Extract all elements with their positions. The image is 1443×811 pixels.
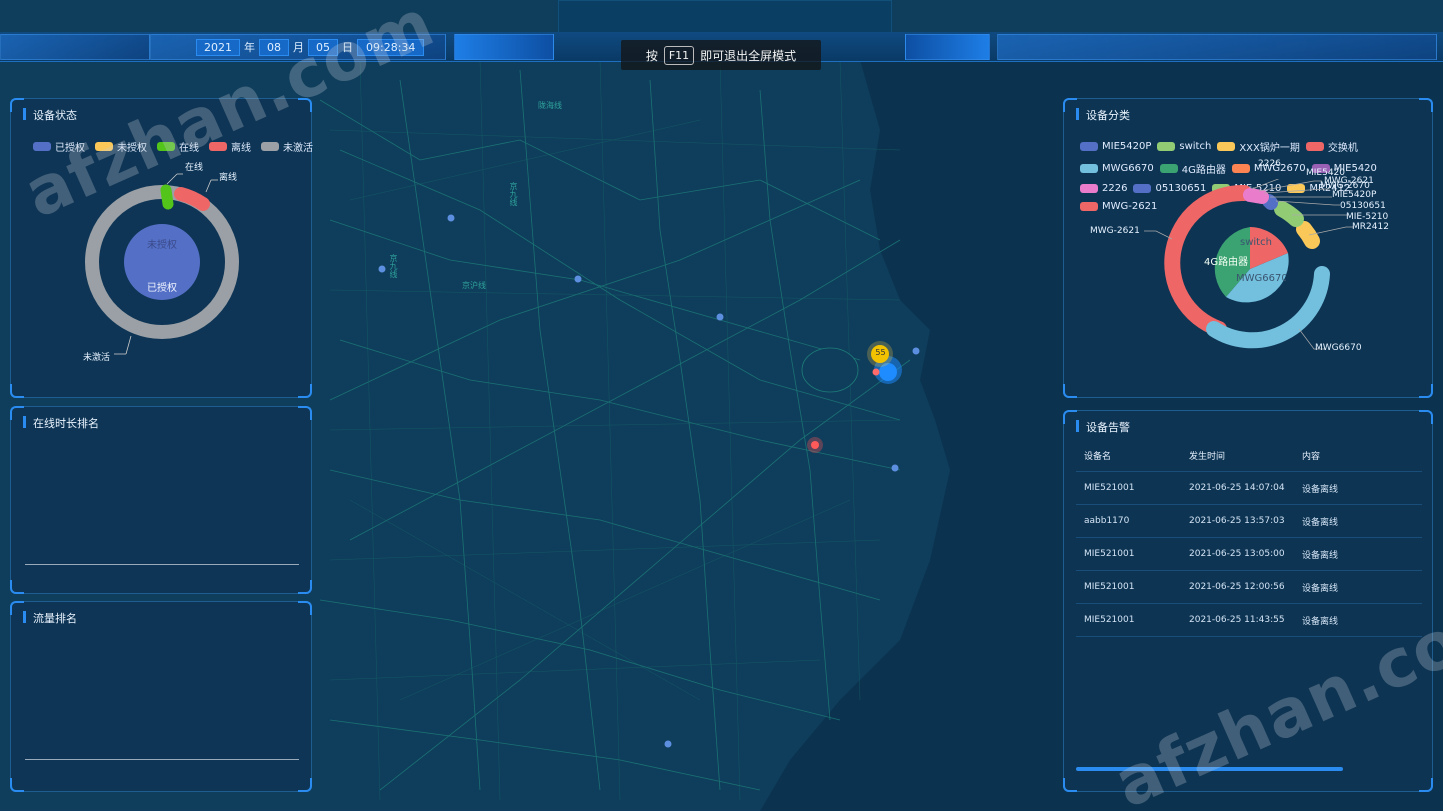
device-category-panel: 设备分类 MIE5420P switch XXX锅炉一期 交换机 MWG6670…: [1063, 98, 1433, 398]
legend-item[interactable]: switch: [1157, 139, 1211, 154]
cell-device: MIE521001: [1084, 483, 1135, 493]
online-segment: [160, 184, 174, 210]
f11-key: F11: [663, 45, 695, 65]
map-label: 京九线: [509, 182, 518, 206]
cell-time: 2021-06-25 11:43:55: [1189, 615, 1285, 625]
header-deco: [905, 34, 990, 60]
table-row[interactable]: MIE521001 2021-06-25 14:07:04 设备离线: [1076, 472, 1422, 505]
callout-label: 2226: [1258, 159, 1281, 169]
segment-mr2412: [1296, 221, 1320, 249]
callout-label: MIE-5210: [1346, 212, 1389, 222]
panel-title: 在线时长排名: [23, 415, 99, 431]
table-row[interactable]: aabb1170 2021-06-25 13:57:03 设备离线: [1076, 505, 1422, 538]
callout-label: MWG6670: [1315, 343, 1362, 353]
panel-title: 设备分类: [1076, 107, 1130, 123]
map-label: 京九线: [389, 254, 398, 278]
label-authorized: 已授权: [147, 283, 177, 294]
chart-axis-line: [25, 759, 299, 760]
segment-mie-5210: [1274, 201, 1304, 227]
label-unauthorized: 未授权: [147, 240, 177, 251]
map-cluster-count[interactable]: 55: [873, 348, 888, 357]
column-header[interactable]: 设备名: [1084, 449, 1189, 462]
fullscreen-hint-prefix: 按: [645, 48, 658, 63]
inner-label-router: 4G路由器: [1204, 257, 1249, 268]
panel-title: 设备状态: [23, 107, 77, 123]
fullscreen-hint-suffix: 即可退出全屏模式: [700, 48, 797, 63]
column-header[interactable]: 发生时间: [1189, 449, 1302, 462]
chart-axis-line: [25, 564, 299, 565]
cell-device: MIE521001: [1084, 582, 1135, 592]
traffic-rank-panel: 流量排名: [10, 601, 312, 792]
cell-content: 设备离线: [1302, 583, 1339, 594]
cell-content: 设备离线: [1302, 550, 1339, 561]
year-value: 2021: [196, 38, 240, 56]
header-deco: [997, 34, 1437, 60]
callout-label: MWG-2621: [1090, 226, 1140, 236]
column-header[interactable]: 内容: [1302, 449, 1422, 462]
cell-time: 2021-06-25 13:57:03: [1189, 516, 1285, 526]
cell-device: aabb1170: [1084, 516, 1130, 526]
inner-label-switch: switch: [1240, 237, 1272, 248]
segment-05130651: [1262, 194, 1278, 210]
table-row[interactable]: MIE521001 2021-06-25 13:05:00 设备离线: [1076, 538, 1422, 571]
fullscreen-hint: 按 F11 即可退出全屏模式: [621, 40, 821, 70]
map-label: 陇海线: [538, 101, 562, 110]
table-row[interactable]: MIE521001 2021-06-25 11:43:55 设备离线: [1076, 604, 1422, 637]
header-deco: [454, 34, 554, 60]
online-rank-panel: 在线时长排名: [10, 406, 312, 594]
cell-time: 2021-06-25 12:00:56: [1189, 582, 1285, 592]
cell-time: 2021-06-25 14:07:04: [1189, 483, 1285, 493]
alarm-table: 设备名 发生时间 内容 MIE521001 2021-06-25 14:07:0…: [1076, 439, 1422, 637]
callout-label: 05130651: [1340, 201, 1386, 211]
table-row[interactable]: MIE521001 2021-06-25 12:00:56 设备离线: [1076, 571, 1422, 604]
legend-item[interactable]: MWG6670: [1080, 161, 1154, 176]
label-offline: 离线: [219, 173, 238, 183]
callout-label: MIE5420P: [1332, 190, 1377, 200]
year-unit: 年: [244, 41, 255, 54]
map-label: 京沪线: [462, 281, 486, 290]
legend-item-inactive[interactable]: 未激活: [261, 139, 313, 154]
inner-label-mwg: MWG6670: [1236, 273, 1286, 284]
segment-small: [1243, 188, 1269, 204]
legend-item[interactable]: XXX锅炉一期: [1217, 139, 1300, 154]
cell-device: MIE521001: [1084, 615, 1135, 625]
header-deco: [0, 34, 150, 60]
label-inactive: 未激活: [83, 353, 111, 363]
table-header-row: 设备名 发生时间 内容: [1076, 439, 1422, 472]
panel-title: 流量排名: [23, 610, 77, 626]
cell-device: MIE521001: [1084, 549, 1135, 559]
legend-item[interactable]: 4G路由器: [1159, 161, 1226, 176]
cell-time: 2021-06-25 13:05:00: [1189, 549, 1285, 559]
cell-content: 设备离线: [1302, 517, 1339, 528]
callout-label: MR2412: [1352, 222, 1389, 232]
cell-content: 设备离线: [1302, 484, 1339, 495]
legend-item[interactable]: 交换机: [1305, 139, 1358, 154]
legend-item[interactable]: MIE5420P: [1080, 139, 1151, 154]
panel-title: 设备告警: [1076, 419, 1130, 435]
